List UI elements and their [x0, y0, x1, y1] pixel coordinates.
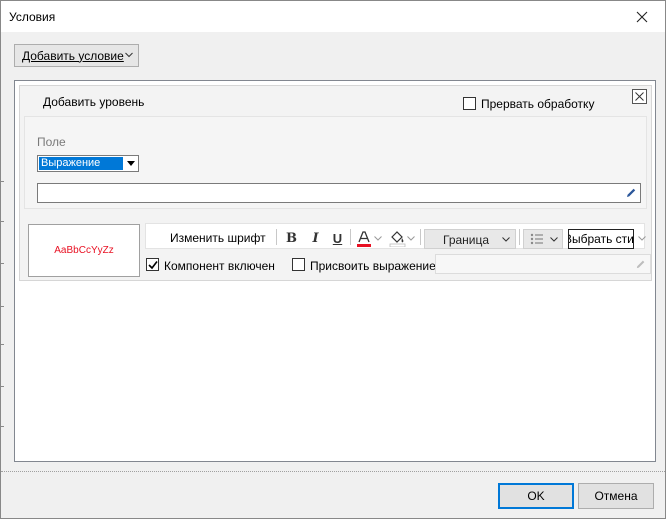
close-icon: [636, 11, 648, 22]
border-select[interactable]: Граница: [424, 229, 516, 249]
bold-button[interactable]: B: [283, 229, 300, 247]
chevron-down-icon: [502, 237, 510, 242]
font-color-button[interactable]: [355, 229, 383, 247]
field-label: Поле: [37, 135, 66, 149]
field-type-select[interactable]: Выражение: [37, 155, 139, 172]
add-condition-button[interactable]: Добавить условие: [14, 44, 139, 67]
style-select-value: Выбрать стиль: [568, 232, 634, 246]
footer-separator: [1, 471, 665, 472]
border-select-label: Граница: [443, 233, 490, 247]
assign-expression-label: Присвоить выражение: [310, 259, 436, 273]
edge-mark: [1, 263, 4, 264]
edge-mark: [1, 344, 4, 345]
list-icon: [530, 233, 543, 245]
underline-button[interactable]: U: [329, 229, 346, 247]
chevron-down-icon: [550, 237, 558, 242]
interrupt-processing-checkbox[interactable]: [463, 97, 476, 110]
pencil-icon[interactable]: [625, 187, 637, 199]
edge-mark: [1, 221, 4, 222]
edge-mark: [1, 426, 4, 427]
dropdown-arrow-icon: [123, 156, 138, 171]
window-title: Условия: [9, 10, 56, 24]
italic-button[interactable]: I: [307, 229, 324, 247]
style-select-box: Выбрать стиль: [568, 229, 634, 249]
assign-expression-checkbox[interactable]: [292, 258, 305, 271]
chevron-down-icon: [638, 236, 646, 241]
ok-button[interactable]: OK: [498, 483, 574, 509]
chevron-down-icon: [125, 52, 133, 58]
add-level-link[interactable]: Добавить уровень: [43, 95, 144, 109]
list-style-select[interactable]: [523, 229, 563, 249]
style-preview: AaBbCcYyZz: [28, 224, 140, 277]
edge-mark: [1, 306, 4, 307]
pencil-icon: [636, 260, 645, 269]
toolbar-divider: [420, 229, 421, 245]
font-color-icon: [357, 231, 371, 247]
chevron-down-icon: [374, 235, 382, 241]
cancel-button[interactable]: Отмена: [578, 483, 654, 509]
conditions-dialog: Условия Добавить условие Добавить уровен…: [0, 0, 666, 519]
title-bar: Условия: [1, 1, 665, 32]
condition-level-panel: Добавить уровень Прервать обработку Поле…: [19, 85, 652, 281]
style-strip: AaBbCcYyZz Изменить шрифт B I U Граница …: [24, 215, 651, 277]
change-font-button[interactable]: Изменить шрифт: [170, 231, 266, 245]
paint-bucket-icon: [389, 231, 406, 247]
conditions-list-panel: Добавить уровень Прервать обработку Поле…: [14, 80, 656, 462]
style-select[interactable]: Выбрать стиль: [568, 229, 646, 249]
component-enabled-label: Компонент включен: [164, 259, 275, 273]
window-close-button[interactable]: [619, 1, 665, 32]
component-enabled-checkbox[interactable]: [146, 258, 159, 271]
expression-input[interactable]: [37, 183, 641, 203]
close-icon: [635, 92, 644, 101]
assign-expression-input[interactable]: [435, 254, 651, 274]
interrupt-processing-label: Прервать обработку: [481, 97, 595, 111]
chevron-down-icon: [407, 235, 415, 241]
toolbar-divider: [350, 229, 351, 245]
toolbar-divider: [519, 229, 520, 245]
remove-level-button[interactable]: [632, 89, 647, 104]
toolbar-divider: [276, 229, 277, 245]
edge-mark: [1, 181, 4, 182]
checkmark-icon: [147, 260, 158, 269]
field-group: Поле Выражение: [24, 116, 647, 209]
add-condition-label: Добавить условие: [22, 48, 124, 63]
fill-color-button[interactable]: [387, 229, 417, 247]
field-type-selected: Выражение: [39, 157, 123, 170]
edge-mark: [1, 386, 4, 387]
